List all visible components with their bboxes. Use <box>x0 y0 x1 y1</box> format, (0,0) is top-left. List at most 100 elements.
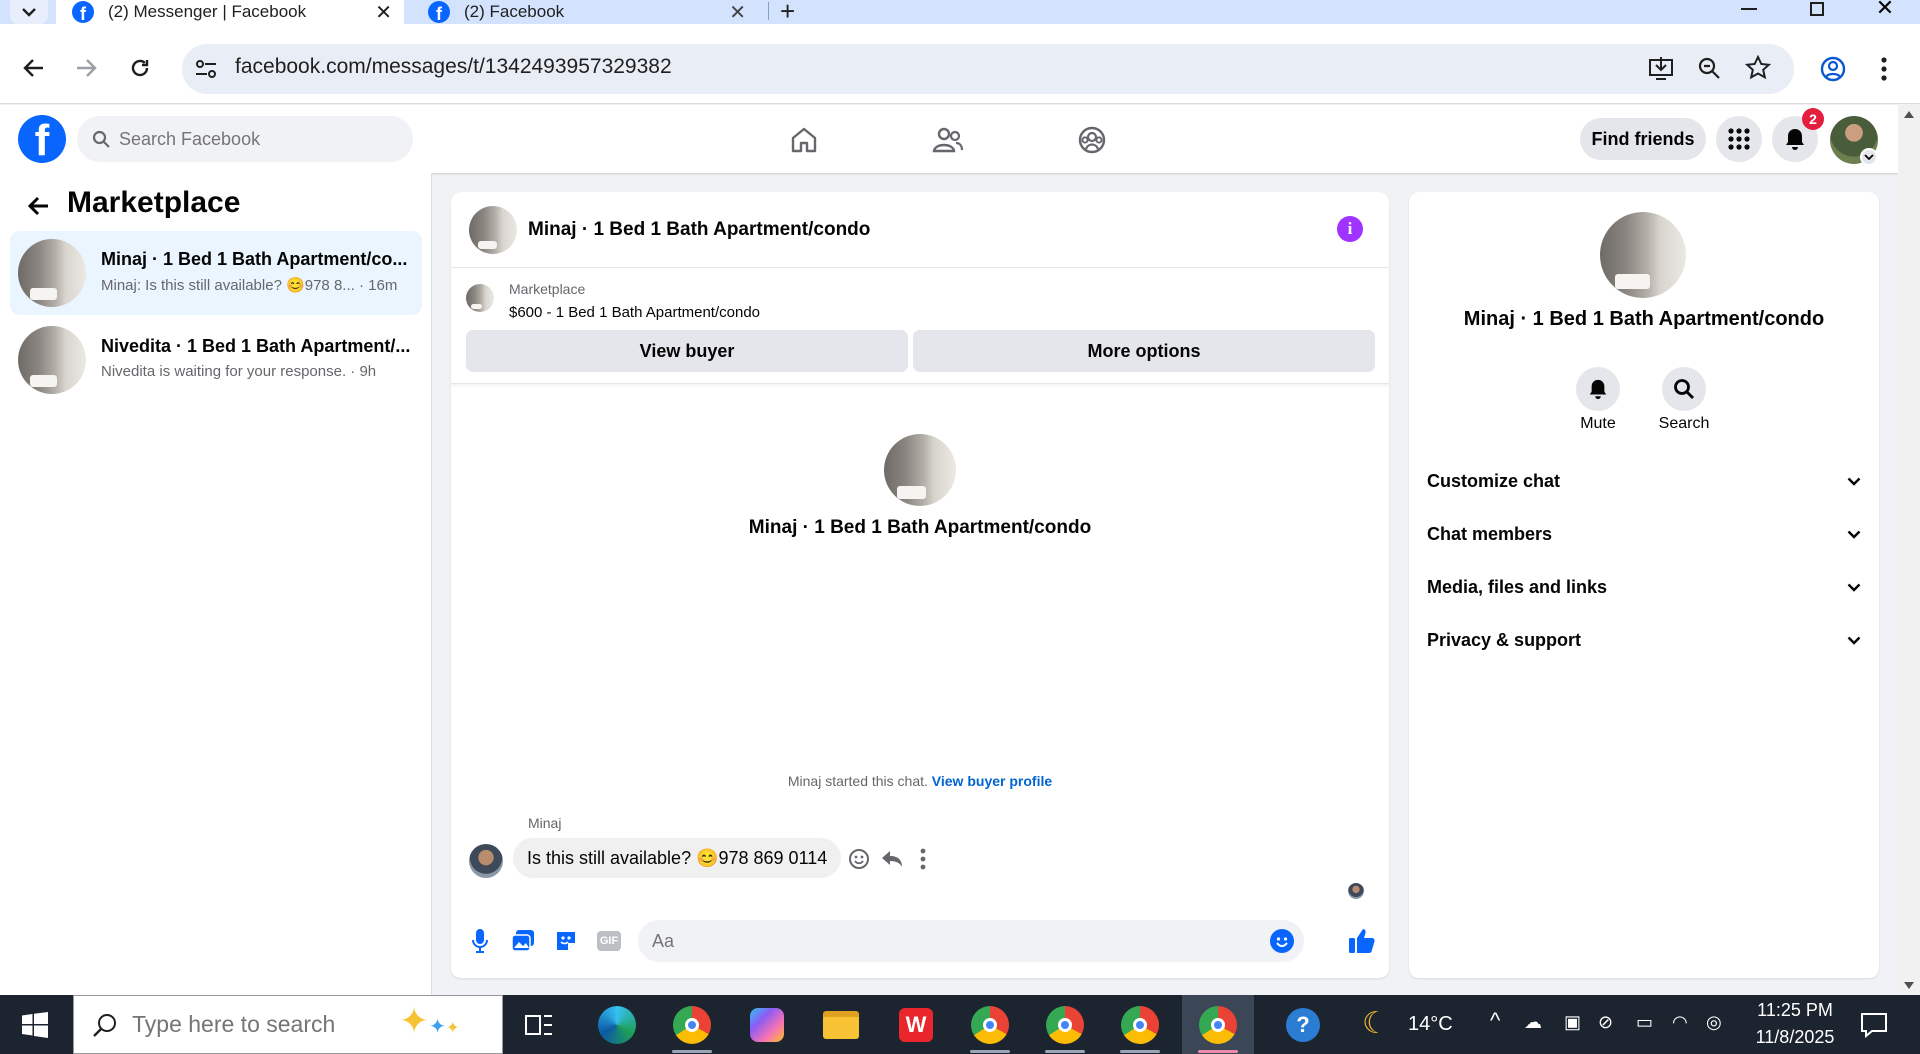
customize-chat-section[interactable]: Customize chat <box>1427 456 1861 506</box>
profile-icon[interactable] <box>1819 55 1847 88</box>
search-icon <box>1674 379 1694 399</box>
conversation-item-nivedita[interactable]: Nivedita · 1 Bed 1 Bath Apartment/... Ni… <box>10 318 422 402</box>
site-info-icon[interactable] <box>194 58 218 80</box>
chat-title[interactable]: Minaj · 1 Bed 1 Bath Apartment/condo <box>528 219 870 241</box>
edge-browser-icon[interactable] <box>594 1002 640 1048</box>
help-icon[interactable]: ? <box>1280 1002 1326 1048</box>
search-in-chat-button[interactable] <box>1662 367 1706 411</box>
show-hidden-icons-icon[interactable]: ^ <box>1490 1008 1500 1034</box>
tab-divider <box>768 2 769 20</box>
weather-temperature[interactable]: 14°C <box>1408 1013 1453 1036</box>
forward-button[interactable] <box>66 48 106 88</box>
conversation-item-minaj[interactable]: Minaj · 1 Bed 1 Bath Apartment/co... Min… <box>10 231 422 315</box>
windows-start-icon[interactable] <box>22 1012 48 1043</box>
info-icon[interactable]: i <box>1337 216 1363 242</box>
install-app-icon[interactable] <box>1648 56 1674 85</box>
running-indicator <box>970 1050 1010 1053</box>
minimize-icon <box>1741 8 1757 10</box>
bookmark-star-icon[interactable] <box>1744 54 1772 86</box>
gif-icon[interactable]: GIF <box>594 926 624 956</box>
more-options-button[interactable]: More options <box>913 330 1375 372</box>
section-label: Media, files and links <box>1427 576 1608 597</box>
tab-messenger[interactable]: f (2) Messenger | Facebook ✕ <box>56 0 404 24</box>
close-icon: ✕ <box>1875 0 1895 20</box>
reply-icon[interactable] <box>881 849 903 874</box>
network-icon[interactable]: ⊘ <box>1598 1012 1613 1033</box>
chat-avatar[interactable] <box>469 206 517 254</box>
chrome-profile-2-icon[interactable] <box>967 1002 1013 1048</box>
scroll-up-icon[interactable] <box>1904 111 1914 118</box>
wps-office-icon[interactable]: W <box>893 1002 939 1048</box>
friends-nav-icon[interactable] <box>930 122 966 158</box>
close-tab-icon[interactable]: ✕ <box>729 0 746 25</box>
facebook-search-input[interactable] <box>119 116 399 162</box>
marketplace-listing-bar: Marketplace $600 - 1 Bed 1 Bath Apartmen… <box>451 268 1389 384</box>
message-more-icon[interactable] <box>920 848 926 875</box>
message-input[interactable] <box>652 920 1252 962</box>
find-friends-button[interactable]: Find friends <box>1580 118 1706 160</box>
privacy-support-section[interactable]: Privacy & support <box>1427 615 1861 665</box>
sender-avatar[interactable] <box>469 844 503 878</box>
scroll-down-icon[interactable] <box>1904 982 1914 989</box>
back-to-inbox-button[interactable] <box>22 190 54 222</box>
account-menu-chevron-icon[interactable] <box>1860 148 1878 166</box>
active-indicator <box>1198 1050 1238 1053</box>
like-thumb-icon[interactable] <box>1347 926 1377 956</box>
onedrive-icon[interactable]: ☁ <box>1524 1012 1542 1033</box>
minimize-button[interactable] <box>1720 0 1778 24</box>
voice-clip-icon[interactable] <box>465 926 495 956</box>
new-tab-icon[interactable]: + <box>780 0 795 27</box>
meet-now-icon[interactable]: ▣ <box>1564 1012 1581 1033</box>
message-bubble[interactable]: Is this still available? 😊978 869 0114 <box>513 838 842 878</box>
weather-moon-icon[interactable]: ☾ <box>1362 1006 1389 1041</box>
facebook-search-box[interactable] <box>77 116 413 162</box>
marketplace-label: Marketplace <box>509 281 586 297</box>
chrome-profile-3-icon[interactable] <box>1042 1002 1088 1048</box>
react-emoji-icon[interactable] <box>848 848 870 875</box>
close-window-button[interactable]: ✕ <box>1856 0 1914 20</box>
file-explorer-icon[interactable] <box>818 1002 864 1048</box>
menu-grid-button[interactable] <box>1716 116 1762 162</box>
chrome-profile-1-icon[interactable] <box>669 1002 715 1048</box>
sync-icon[interactable]: ◎ <box>1706 1012 1722 1033</box>
url-text[interactable]: facebook.com/messages/t/1342493957329382 <box>235 55 672 79</box>
sender-name: Minaj <box>528 815 562 831</box>
wifi-icon[interactable]: ◠ <box>1672 1012 1688 1033</box>
message-composer[interactable] <box>638 920 1304 962</box>
kebab-menu-icon[interactable] <box>1880 56 1888 87</box>
marketplace-title: Marketplace <box>67 186 241 219</box>
emoji-picker-icon[interactable] <box>1270 929 1294 953</box>
mute-button[interactable] <box>1576 367 1620 411</box>
listing-title[interactable]: $600 - 1 Bed 1 Bath Apartment/condo <box>509 304 760 321</box>
reload-button[interactable] <box>120 48 160 88</box>
chrome-profile-4-icon[interactable] <box>1117 1002 1163 1048</box>
media-files-links-section[interactable]: Media, files and links <box>1427 562 1861 612</box>
page-scrollbar[interactable] <box>1898 105 1920 995</box>
task-view-icon[interactable] <box>516 1002 562 1048</box>
facebook-logo-icon[interactable]: f <box>18 115 66 163</box>
notification-center-icon[interactable] <box>1860 1012 1888 1043</box>
running-indicator <box>1045 1050 1085 1053</box>
details-avatar[interactable] <box>1600 212 1686 298</box>
back-button[interactable] <box>14 48 54 88</box>
zoom-icon[interactable] <box>1697 56 1721 85</box>
sticker-icon[interactable] <box>551 926 581 956</box>
chat-header: Minaj · 1 Bed 1 Bath Apartment/condo i <box>451 192 1389 268</box>
tab-facebook[interactable]: f (2) Facebook ✕ <box>414 0 764 24</box>
attach-photo-icon[interactable] <box>508 926 538 956</box>
battery-icon[interactable]: ▭ <box>1636 1012 1653 1033</box>
tab-search-dropdown-button[interactable] <box>10 0 48 24</box>
restore-button[interactable] <box>1788 0 1846 24</box>
chat-members-section[interactable]: Chat members <box>1427 509 1861 559</box>
mute-label: Mute <box>1580 415 1616 432</box>
taskbar-clock[interactable]: 11:25 PM 11/8/2025 <box>1740 1000 1850 1048</box>
copilot-app-icon[interactable] <box>744 1002 790 1048</box>
taskbar-search-box[interactable]: ✦✦✦ <box>73 995 503 1054</box>
view-buyer-profile-link[interactable]: View buyer profile <box>932 773 1052 789</box>
close-tab-icon[interactable]: ✕ <box>375 0 392 25</box>
taskbar-search-input[interactable] <box>132 996 392 1053</box>
chrome-active-icon[interactable] <box>1195 1002 1241 1048</box>
groups-nav-icon[interactable] <box>1074 122 1110 158</box>
view-buyer-button[interactable]: View buyer <box>466 330 908 372</box>
home-nav-icon[interactable] <box>786 122 822 158</box>
